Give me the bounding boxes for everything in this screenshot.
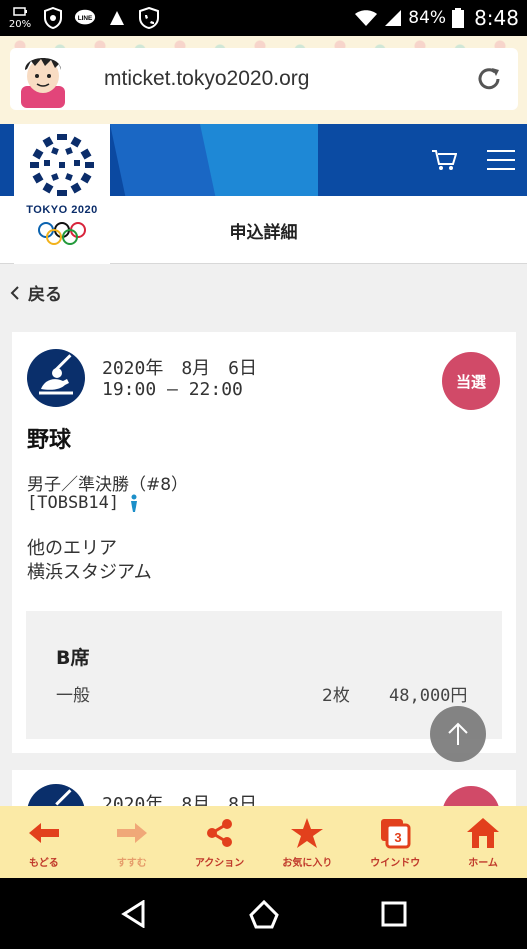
cart-icon[interactable] [431,148,457,172]
window-icon: 3 [378,816,412,850]
arrow-up-icon [448,722,468,745]
url-text: mticket.tokyo2020.org [104,67,310,90]
screen: 20% LINE 84% 8:48 mticket.tokyo2020.org … [0,0,527,949]
status-bar: 20% LINE 84% 8:48 [0,0,527,36]
svg-text:LINE: LINE [78,15,93,22]
status-badge: 当選 [442,352,500,410]
toolbar-label: お気に入り [282,857,333,869]
toolbar-action-button[interactable]: アクション [176,806,264,878]
toolbar-label: すすむ [116,857,147,869]
browser-toolbar: もどる すすむ アクション お気に入り 3 ウインドウ ホーム [0,806,527,878]
nav-back-icon[interactable] [120,899,147,928]
call-notification-icon [138,7,160,29]
battery-small-percent: 20% [8,18,32,30]
music-app-icon [106,7,128,29]
toolbar-label: アクション [194,857,245,869]
battery-icon [452,8,465,28]
nav-recents-icon[interactable] [381,901,407,927]
reload-icon[interactable] [474,64,504,94]
emblem-icon [30,134,94,196]
toolbar-favorites-button[interactable]: お気に入り [263,806,351,878]
clock: 8:48 [474,6,519,30]
shield-icon [42,7,64,29]
browser-avatar-icon[interactable] [10,48,76,110]
star-icon [290,816,324,850]
battery-small-icon [13,6,27,16]
window-count: 3 [395,830,402,845]
event-code: [TOBSB14] [27,493,120,513]
scroll-to-top-button[interactable] [430,706,486,762]
system-nav-bar [0,878,527,949]
toolbar-forward-button[interactable]: すすむ [88,806,176,878]
share-icon [203,816,237,850]
toolbar-window-button[interactable]: 3 ウインドウ [351,806,439,878]
signal-icon [385,10,402,26]
wifi-icon [355,10,378,26]
back-link[interactable]: 戻る [10,280,62,305]
toolbar-label: もどる [29,857,59,869]
toolbar-back-button[interactable]: もどる [0,806,88,878]
ticket-quantity: 2枚 [322,686,350,706]
url-field[interactable]: mticket.tokyo2020.org [10,48,518,110]
toolbar-home-button[interactable]: ホーム [439,806,527,878]
area-name: 他のエリア [27,538,117,559]
ticket-type: 一般 [56,686,90,706]
event-code-row: [TOBSB14] [27,493,139,513]
event-date: 2020年 8月 6日 [102,358,258,379]
line-app-icon: LINE [74,7,96,29]
venue-name: 横浜スタジアム [27,562,152,583]
nav-home-icon[interactable] [248,899,280,929]
sport-name: 野球 [27,428,72,453]
battery-percent: 84% [408,8,447,28]
olympic-rings-icon [38,222,86,245]
seat-details: B席 一般 2枚 48,000円 [26,611,502,739]
event-time: 19:00 – 22:00 [102,379,243,400]
tokyo2020-logo[interactable]: TOKYO 2020 [14,124,110,264]
home-icon [466,816,500,850]
toolbar-label: ホーム [468,857,498,869]
arrow-left-icon [27,816,61,850]
seat-class: B席 [56,647,90,669]
male-gender-icon [131,494,138,512]
arrow-right-icon [115,816,149,850]
chevron-left-icon [10,285,19,300]
ticket-price: 48,000円 [389,686,468,706]
event-name: 男子／準決勝（#8） [27,475,189,495]
browser-url-bar: mticket.tokyo2020.org [0,36,527,124]
hamburger-menu-icon[interactable] [487,150,515,170]
battery-saver-indicator: 20% [8,6,32,30]
application-card[interactable]: 2020年 8月 6日 19:00 – 22:00 当選 野球 男子／準決勝（#… [12,332,516,753]
back-label: 戻る [28,285,62,305]
baseball-pictogram-icon [27,349,85,407]
logo-wordmark: TOKYO 2020 [26,204,98,216]
toolbar-label: ウインドウ [370,857,421,869]
